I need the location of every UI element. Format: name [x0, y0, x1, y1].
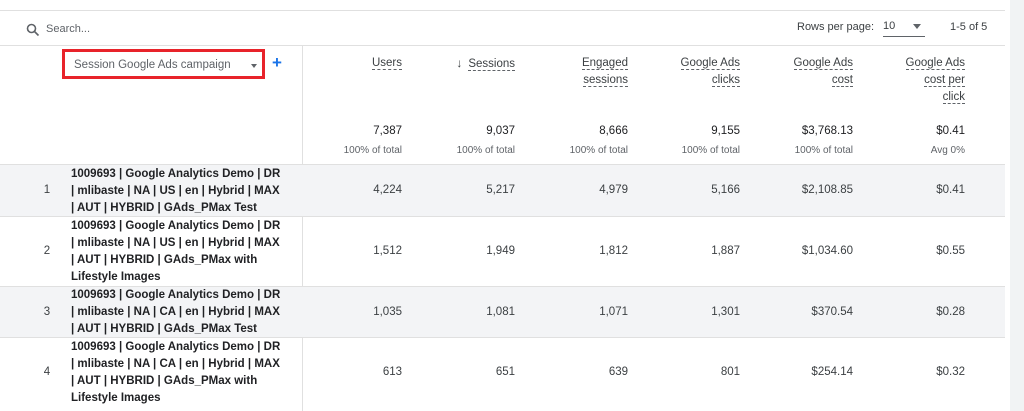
column-header-sessions[interactable]: ↓ Sessions — [405, 55, 515, 73]
cell-users: 1,035 — [373, 305, 402, 318]
campaign-name-line: | AUT | HYBRID | GAds_PMax Test — [71, 201, 258, 214]
row-number: 1 — [43, 184, 51, 196]
search-icon[interactable] — [26, 23, 40, 37]
right-edge-panel — [1010, 0, 1024, 411]
total-value: 9,155 — [711, 125, 740, 137]
cell-engaged: 4,979 — [599, 184, 628, 196]
sort-arrow-icon: ↓ — [456, 56, 463, 70]
campaign-name-line: 1009693 | Google Analytics Demo | DR — [71, 220, 281, 232]
cell-cost: $370.54 — [811, 305, 853, 318]
column-header-label: cost — [831, 74, 853, 87]
cell-users: 1,512 — [373, 245, 402, 257]
total-subtext: Avg 0% — [930, 145, 965, 156]
row-number: 4 — [43, 366, 51, 378]
campaign-name-line: | mlibaste | NA | CA | en | Hybrid | MAX — [71, 358, 280, 370]
campaign-name-line: 1009693 | Google Analytics Demo | DR — [71, 167, 281, 180]
table-toolbar: Rows per page: 10 1-5 of 5 — [0, 11, 1005, 46]
table-row[interactable]: 4 1009693 | Google Analytics Demo | DR | m… — [0, 337, 1005, 408]
total-value: 9,037 — [486, 125, 515, 137]
pagination-range: 1-5 of 5 — [950, 21, 988, 33]
column-header-clicks[interactable]: Google Ads clicks — [630, 55, 740, 89]
campaign-name-line: | AUT | HYBRID | GAds_PMax with — [71, 375, 258, 387]
search-input[interactable] — [46, 20, 346, 38]
column-header-label: clicks — [711, 74, 740, 87]
cell-sessions: 1,949 — [486, 245, 515, 257]
column-header-engaged[interactable]: Engaged sessions — [518, 55, 628, 89]
cell-clicks: 5,166 — [711, 184, 740, 196]
cell-cpc: $0.55 — [936, 245, 965, 257]
cell-cpc: $0.41 — [936, 184, 965, 196]
cell-engaged: 1,071 — [599, 305, 628, 318]
row-number: 3 — [43, 305, 51, 318]
campaign-name-line: 1009693 | Google Analytics Demo | DR — [71, 289, 281, 301]
campaign-name[interactable]: 1009693 | Google Analytics Demo | DR | ml… — [71, 166, 296, 217]
cell-cost: $1,034.60 — [801, 245, 853, 257]
rows-per-page-value: 10 — [883, 20, 896, 32]
rows-per-page-label: Rows per page: — [797, 21, 875, 33]
cell-users: 613 — [382, 366, 402, 378]
cell-cpc: $0.32 — [936, 366, 965, 378]
total-value: 7,387 — [373, 125, 402, 137]
table-row[interactable]: 2 1009693 | Google Analytics Demo | DR | m… — [0, 216, 1005, 287]
cell-sessions: 5,217 — [486, 184, 515, 196]
total-subtext: 100% of total — [343, 145, 402, 156]
row-number: 2 — [43, 245, 51, 257]
total-value: $0.41 — [936, 125, 965, 137]
total-subtext: 100% of total — [569, 145, 628, 156]
column-header-label: Google Ads — [793, 57, 853, 70]
column-header-label: click — [942, 91, 965, 104]
cell-cost: $254.14 — [811, 366, 853, 378]
campaign-name[interactable]: 1009693 | Google Analytics Demo | DR | ml… — [71, 218, 296, 286]
cell-sessions: 1,081 — [486, 305, 515, 318]
column-header-cpc[interactable]: Google Ads cost per click — [855, 55, 965, 106]
column-header-label: sessions — [583, 74, 628, 87]
campaign-name[interactable]: 1009693 | Google Analytics Demo | DR | ml… — [71, 339, 296, 407]
cell-engaged: 1,812 — [599, 245, 628, 257]
column-header-label: Engaged — [581, 57, 628, 70]
rows-per-page-select[interactable]: 10 — [883, 18, 925, 37]
cell-cpc: $0.28 — [936, 305, 965, 318]
total-subtext: 100% of total — [794, 145, 853, 156]
cell-clicks: 1,301 — [711, 305, 740, 318]
campaign-name-line: 1009693 | Google Analytics Demo | DR — [71, 341, 281, 353]
campaign-name-line: | AUT | HYBRID | GAds_PMax with — [71, 254, 258, 266]
column-header-users[interactable]: Users — [292, 55, 402, 72]
table-row[interactable]: 1 1009693 | Google Analytics Demo | DR | m… — [0, 164, 1005, 217]
campaign-name-line: | mlibaste | NA | CA | en | Hybrid | MAX — [71, 306, 280, 318]
column-header-label: Google Ads — [905, 57, 965, 70]
column-header-label: Google Ads — [680, 57, 740, 70]
campaign-name-line: | mlibaste | NA | US | en | Hybrid | MAX — [71, 184, 280, 197]
campaign-name[interactable]: 1009693 | Google Analytics Demo | DR | ml… — [71, 287, 296, 338]
column-header-label: cost per — [924, 74, 965, 87]
total-subtext: 100% of total — [681, 145, 740, 156]
cell-users: 4,224 — [373, 184, 402, 196]
cell-sessions: 651 — [495, 366, 515, 378]
campaign-name-line: Lifestyle Images — [71, 392, 161, 404]
total-value: 8,666 — [599, 125, 628, 137]
cell-engaged: 639 — [608, 366, 628, 378]
total-value: $3,768.13 — [801, 125, 853, 137]
column-header-cost[interactable]: Google Ads cost — [743, 55, 853, 89]
campaign-name-line: | AUT | HYBRID | GAds_PMax Test — [71, 323, 258, 335]
cell-clicks: 1,887 — [711, 245, 740, 257]
total-subtext: 100% of total — [456, 145, 515, 156]
campaign-name-line: | mlibaste | NA | US | en | Hybrid | MAX — [71, 237, 280, 249]
campaign-name-line: Lifestyle Images — [71, 271, 161, 283]
chevron-down-icon — [913, 24, 921, 29]
cell-cost: $2,108.85 — [801, 184, 853, 196]
column-header-label: Sessions — [468, 58, 515, 71]
cell-clicks: 801 — [720, 366, 740, 378]
column-header-label: Users — [371, 57, 402, 70]
table-row[interactable]: 3 1009693 | Google Analytics Demo | DR | m… — [0, 286, 1005, 338]
